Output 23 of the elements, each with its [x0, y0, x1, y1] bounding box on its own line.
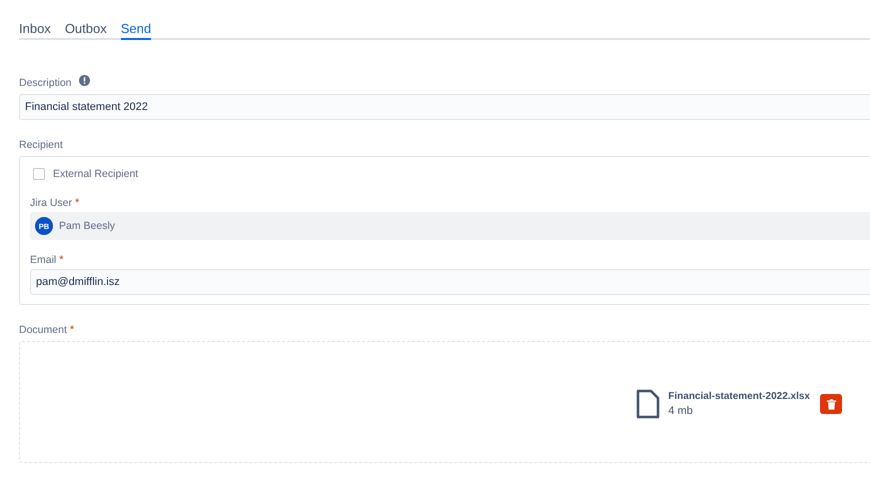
tab[interactable]: Send — [120, 14, 152, 40]
user-name: Pam Beesly — [59, 220, 116, 232]
file-icon — [636, 389, 660, 419]
field-label: Document — [19, 324, 67, 336]
required-mark: * — [75, 197, 80, 209]
required-mark: * — [59, 254, 64, 266]
file-size: 4 mb — [668, 405, 694, 417]
field-label: Description — [19, 77, 72, 89]
file-name: Financial-statement-2022.xlsx — [668, 391, 810, 402]
description-field[interactable]: Financial statement 2022 — [19, 94, 870, 120]
trash-icon — [826, 398, 836, 410]
tab[interactable]: Inbox — [19, 14, 58, 40]
drop-zone[interactable]: Financial-statement-2022.xlsx 4 mb — [19, 341, 870, 463]
field-label: Recipient — [19, 139, 63, 151]
field-label: Email — [30, 254, 56, 266]
tab[interactable]: Outbox — [64, 14, 114, 40]
email-field[interactable]: pam@dmifflin.isz — [30, 269, 870, 295]
checkbox[interactable] — [33, 168, 45, 180]
checkbox-label: External Recipient — [53, 168, 138, 180]
required-mark: * — [70, 324, 74, 336]
info-icon — [78, 74, 90, 86]
field-label: Jira User — [30, 197, 72, 209]
delete-button[interactable] — [820, 394, 842, 414]
